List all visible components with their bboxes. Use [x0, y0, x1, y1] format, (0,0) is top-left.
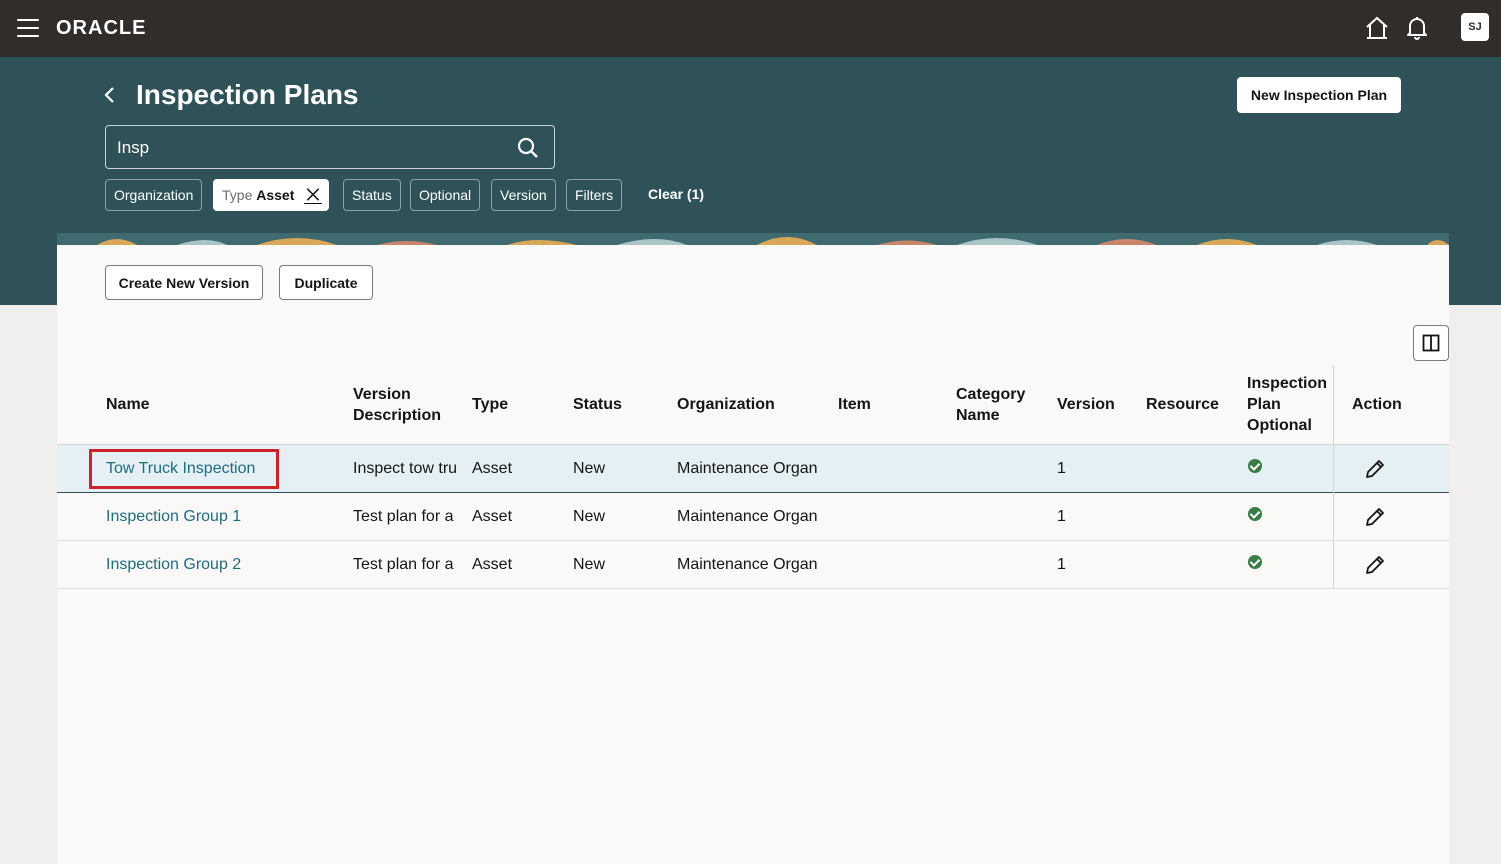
version-cell: 1: [1057, 508, 1066, 525]
status-cell: New: [573, 460, 606, 477]
col-header-category-name[interactable]: Category Name: [956, 384, 1036, 426]
optional-check-icon: [1248, 459, 1262, 473]
optional-check-icon: [1248, 555, 1262, 569]
filter-chip-type-value: Asset: [256, 187, 295, 203]
duplicate-button[interactable]: Duplicate: [279, 265, 373, 300]
edit-pencil-icon[interactable]: [1363, 457, 1387, 481]
optional-check-icon: [1248, 507, 1262, 521]
version-cell: 1: [1057, 556, 1066, 573]
col-header-name[interactable]: Name: [106, 394, 150, 415]
decorative-banner: [57, 233, 1449, 245]
filter-chip-organization[interactable]: Organization: [105, 179, 203, 211]
col-header-version[interactable]: Version: [1057, 394, 1115, 415]
global-header: ORACLE SJ: [0, 0, 1501, 57]
version-description-cell: Test plan for a: [353, 508, 454, 525]
plan-name-link[interactable]: Inspection Group 2: [106, 555, 241, 575]
organization-cell: Maintenance Organ: [677, 460, 818, 477]
filter-chip-type[interactable]: Type Asset: [213, 179, 330, 211]
version-description-cell: Test plan for a: [353, 556, 454, 573]
oracle-logo: ORACLE: [56, 17, 147, 39]
edit-pencil-icon[interactable]: [1363, 505, 1387, 529]
action-column-divider: [1333, 365, 1334, 589]
search-input[interactable]: [117, 136, 507, 160]
version-description-cell: Inspect tow tru: [353, 460, 456, 477]
back-arrow-icon[interactable]: [100, 83, 120, 107]
filter-chip-filters[interactable]: Filters: [566, 179, 623, 211]
notifications-bell-icon[interactable]: [1404, 15, 1430, 41]
clear-filters-link[interactable]: Clear (1): [648, 186, 704, 202]
plan-name-link[interactable]: Inspection Group 1: [106, 507, 241, 527]
search-box: [105, 125, 555, 169]
col-header-item[interactable]: Item: [838, 394, 871, 415]
filter-chip-type-label: Type: [222, 187, 253, 203]
organization-cell: Maintenance Organ: [677, 508, 818, 525]
menu-icon[interactable]: [17, 19, 39, 39]
col-header-status[interactable]: Status: [573, 394, 622, 415]
filter-chip-optional[interactable]: Optional: [410, 179, 481, 211]
col-header-organization[interactable]: Organization: [677, 394, 775, 415]
col-header-inspection-plan-optional[interactable]: Inspection Plan Optional: [1247, 373, 1329, 436]
organization-cell: Maintenance Organ: [677, 556, 818, 573]
col-header-version-description[interactable]: Version Description: [353, 384, 453, 426]
filter-chip-status[interactable]: Status: [343, 179, 401, 211]
type-cell: Asset: [472, 460, 513, 477]
new-inspection-plan-button[interactable]: New Inspection Plan: [1237, 77, 1401, 113]
status-cell: New: [573, 508, 606, 525]
filter-chip-version[interactable]: Version: [491, 179, 556, 211]
col-header-type[interactable]: Type: [472, 394, 508, 415]
user-avatar[interactable]: SJ: [1461, 13, 1489, 41]
page-title: Inspection Plans: [136, 79, 359, 110]
col-header-resource[interactable]: Resource: [1146, 394, 1219, 415]
columns-icon: [1422, 334, 1440, 352]
edit-pencil-icon[interactable]: [1363, 553, 1387, 577]
column-manager-button[interactable]: [1413, 325, 1449, 361]
selection-highlight-box: [89, 449, 279, 489]
col-header-action: Action: [1352, 396, 1402, 413]
remove-filter-icon[interactable]: [304, 186, 323, 204]
type-cell: Asset: [472, 556, 513, 573]
home-icon[interactable]: [1364, 15, 1390, 41]
status-cell: New: [573, 556, 606, 573]
type-cell: Asset: [472, 508, 513, 525]
version-cell: 1: [1057, 460, 1066, 477]
search-icon[interactable]: [516, 136, 540, 160]
create-new-version-button[interactable]: Create New Version: [105, 265, 263, 300]
